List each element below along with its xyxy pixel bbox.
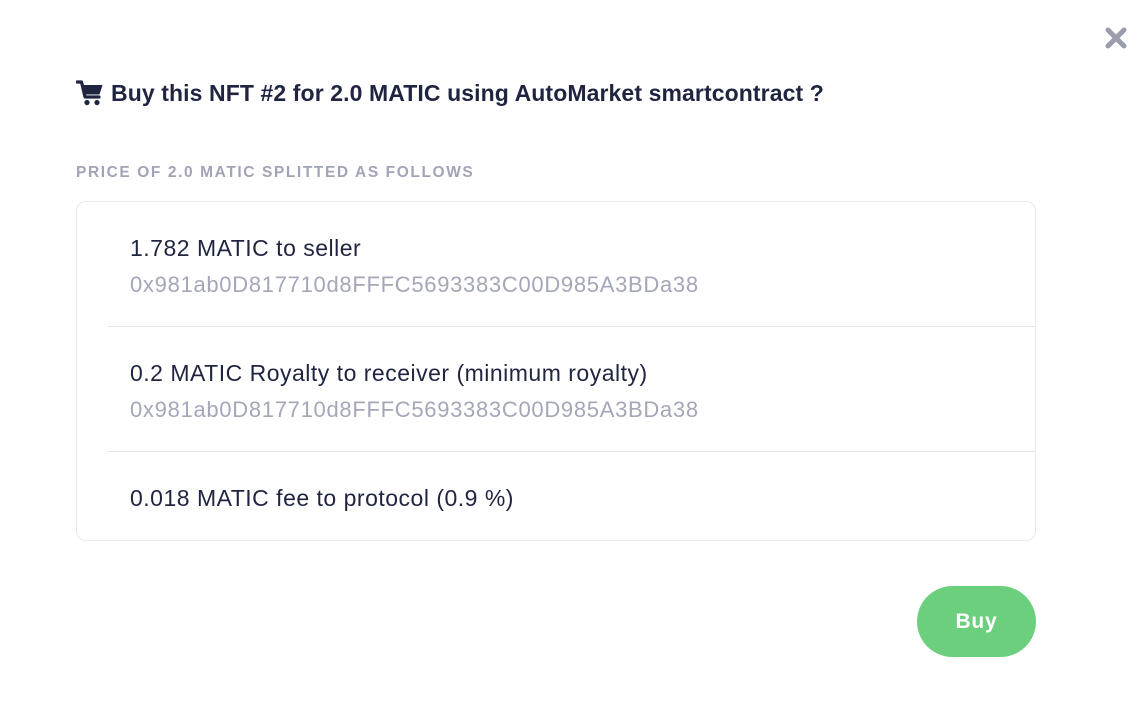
- split-address: 0x981ab0D817710d8FFFC5693383C00D985A3BDa…: [130, 272, 699, 297]
- split-item-royalty: 0.2 MATIC Royalty to receiver (minimum r…: [77, 327, 1035, 451]
- split-amount: 1.782 MATIC to seller: [130, 235, 362, 261]
- modal-title: Buy this NFT #2 for 2.0 MATIC using Auto…: [111, 79, 824, 106]
- split-amount: 0.2 MATIC Royalty to receiver (minimum r…: [130, 360, 648, 386]
- split-address: 0x981ab0D817710d8FFFC5693383C00D985A3BDa…: [130, 397, 699, 422]
- split-item-protocol-fee: 0.018 MATIC fee to protocol (0.9 %): [77, 452, 1035, 540]
- split-section-label: PRICE OF 2.0 MATIC SPLITTED AS FOLLOWS: [76, 164, 475, 181]
- buy-button[interactable]: Buy: [917, 586, 1036, 657]
- split-amount: 0.018 MATIC fee to protocol (0.9 %): [130, 485, 514, 511]
- close-button[interactable]: [1100, 22, 1132, 54]
- buy-nft-modal: Buy this NFT #2 for 2.0 MATIC using Auto…: [0, 0, 1140, 722]
- close-icon: [1105, 27, 1127, 49]
- split-item-seller: 1.782 MATIC to seller 0x981ab0D817710d8F…: [77, 202, 1035, 326]
- shopping-cart-icon: [76, 80, 103, 106]
- price-split-list: 1.782 MATIC to seller 0x981ab0D817710d8F…: [76, 201, 1036, 541]
- modal-title-row: Buy this NFT #2 for 2.0 MATIC using Auto…: [76, 76, 824, 110]
